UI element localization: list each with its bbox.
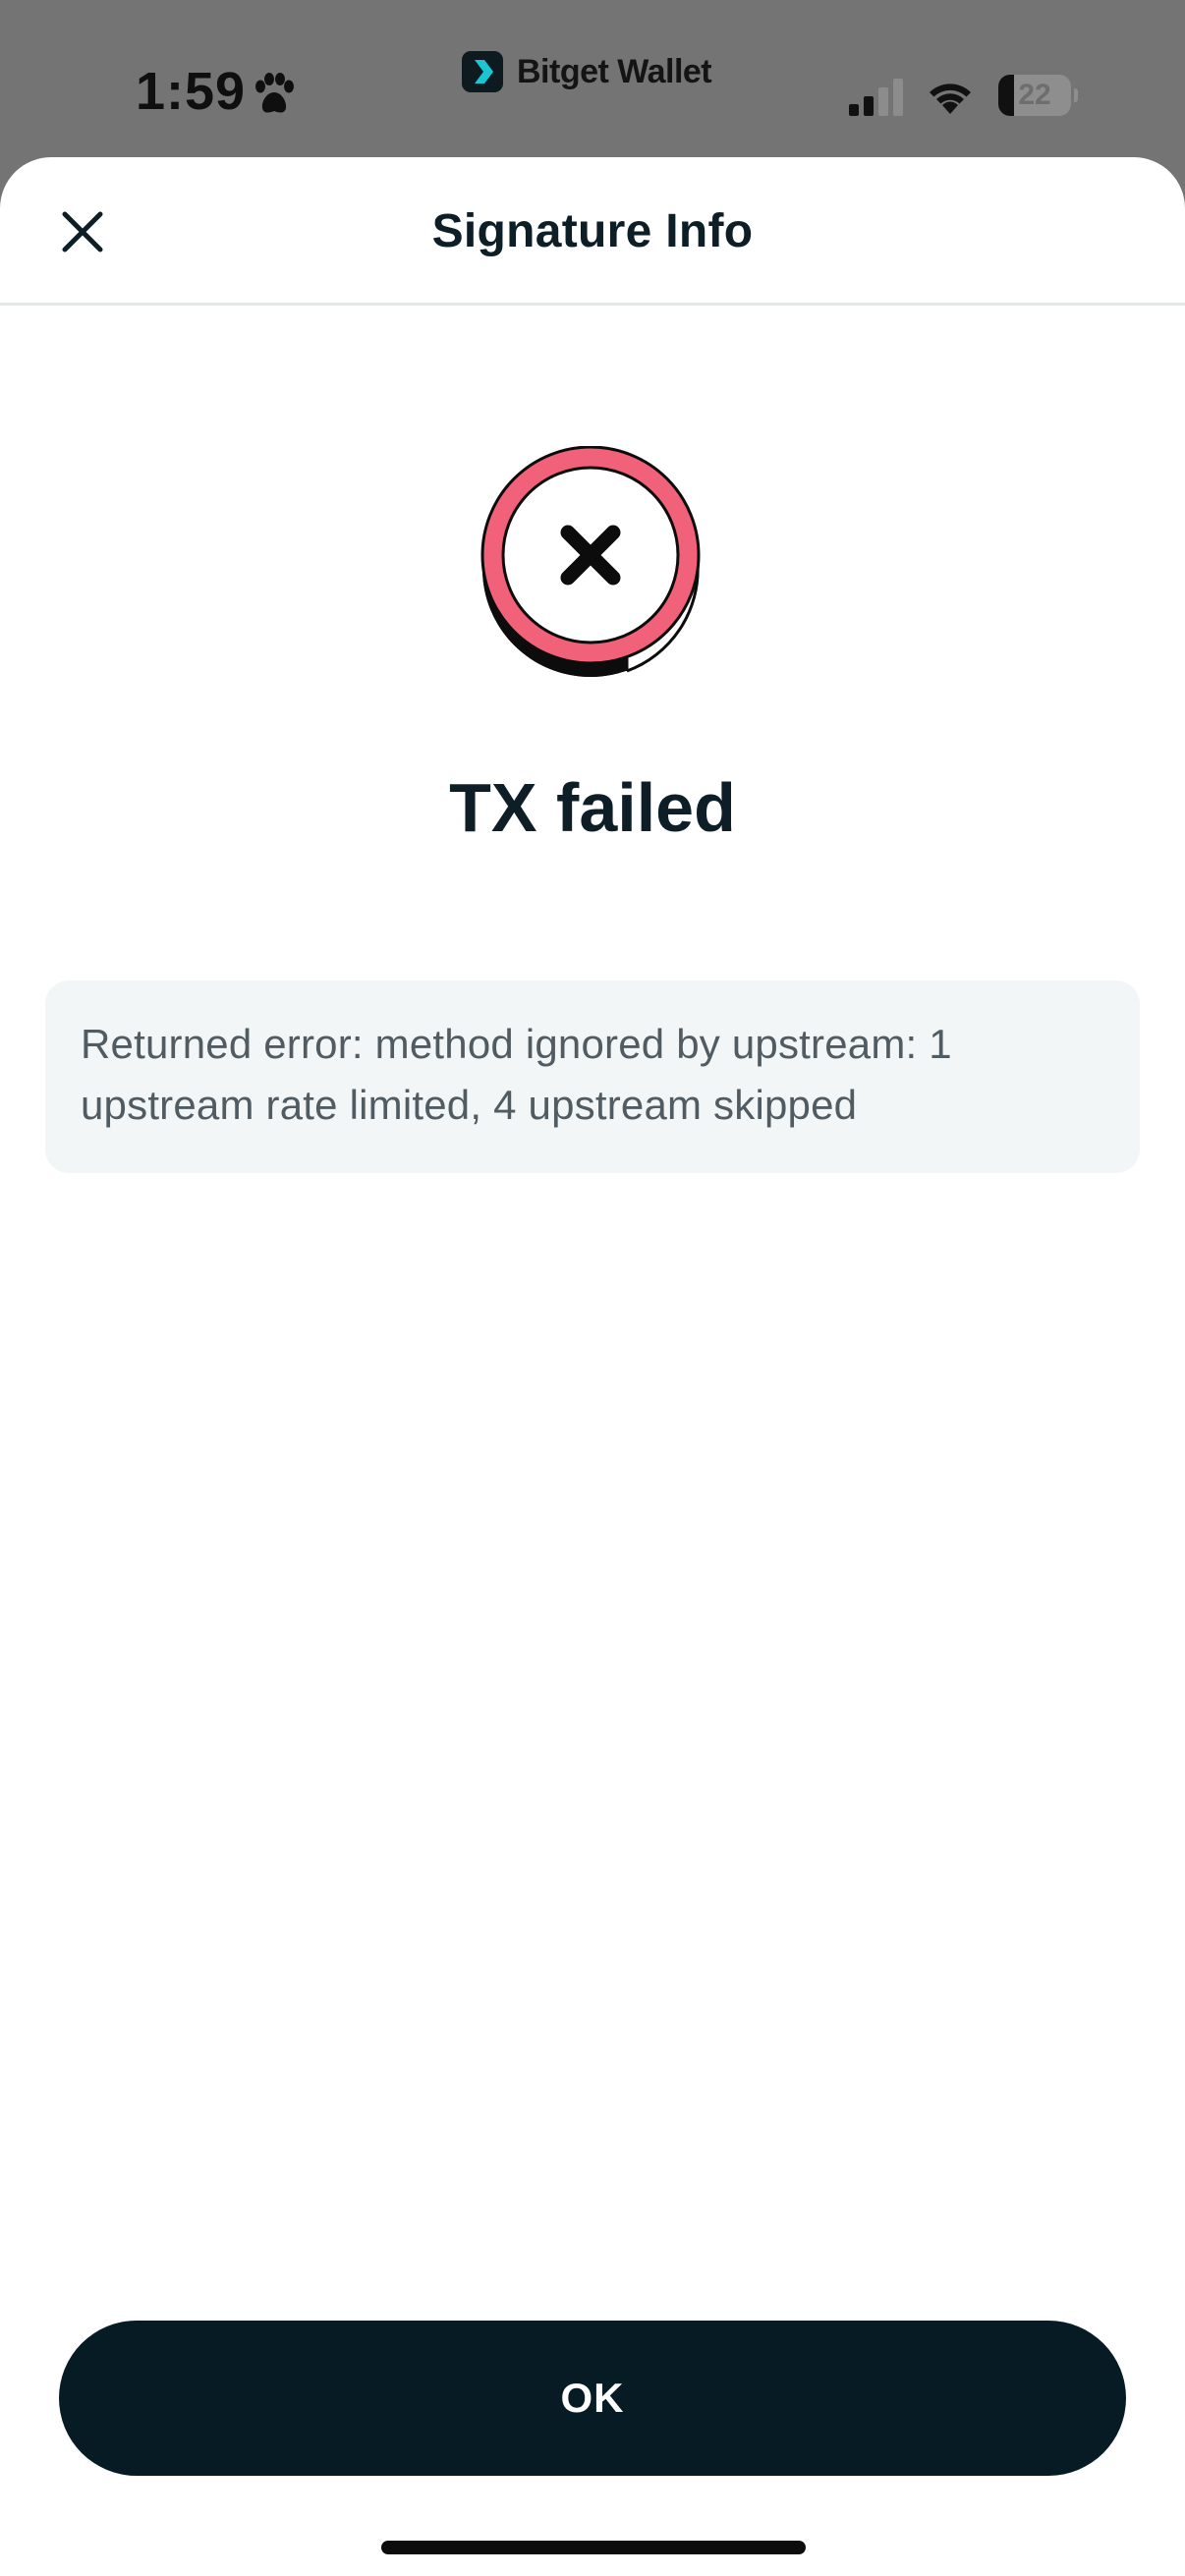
wifi-icon bbox=[930, 84, 971, 114]
paw-icon bbox=[255, 73, 294, 113]
error-x-icon bbox=[480, 446, 701, 677]
ok-button[interactable]: OK bbox=[59, 2321, 1126, 2476]
cellular-signal-icon bbox=[849, 79, 903, 116]
battery-icon: 22 bbox=[998, 75, 1078, 116]
close-icon bbox=[62, 211, 103, 252]
sheet-header: Signature Info bbox=[0, 157, 1185, 306]
bitget-logo-icon bbox=[462, 51, 503, 92]
app-indicator-label: Bitget Wallet bbox=[517, 52, 712, 90]
error-message-box: Returned error: method ignored by upstre… bbox=[45, 980, 1140, 1173]
result-title: TX failed bbox=[449, 769, 736, 846]
app-indicator: Bitget Wallet bbox=[462, 51, 712, 92]
sheet-title: Signature Info bbox=[431, 205, 754, 257]
battery-percent: 22 bbox=[1018, 79, 1051, 111]
signature-info-sheet: Signature Info TX failed Returned error:… bbox=[0, 157, 1185, 2576]
close-button[interactable] bbox=[43, 193, 122, 271]
status-time: 1:59 bbox=[136, 62, 247, 121]
status-bar: 1:59 Bitget Wallet 22 bbox=[0, 0, 1185, 157]
home-indicator bbox=[381, 2541, 806, 2554]
error-message: Returned error: method ignored by upstre… bbox=[81, 1021, 952, 1128]
